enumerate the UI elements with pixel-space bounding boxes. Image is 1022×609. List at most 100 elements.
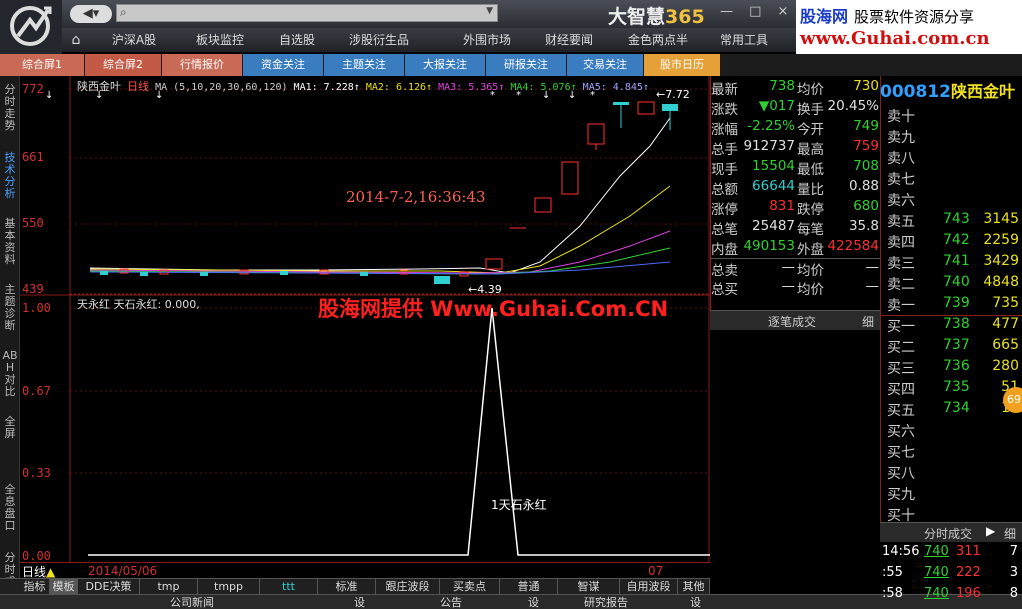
tick-bar[interactable]: 逐笔成交 细 — [710, 310, 880, 330]
menu-item-6[interactable]: 金色两点半 — [616, 28, 700, 52]
bid-row[interactable]: 买八 — [881, 463, 1022, 484]
bid-row[interactable]: 买九 — [881, 484, 1022, 505]
ask-row[interactable]: 卖五 743 3145 — [881, 211, 1022, 232]
btab-10[interactable]: 智谋 — [558, 579, 620, 595]
fen-label: 分时成交 — [924, 527, 973, 541]
bid-row[interactable]: 买一 738 477 — [881, 316, 1022, 337]
ask-row[interactable]: 卖一 739 735 — [881, 295, 1022, 316]
kline-chart[interactable]: ↓ ↓* * * ↓ ↓ ↓ — [20, 76, 710, 296]
ma4-value: MA4: 5.076↑ — [510, 82, 577, 93]
ask-row[interactable]: 卖九 — [881, 127, 1022, 148]
btab-3[interactable]: tmp — [140, 579, 198, 595]
fen-detail[interactable]: 细 — [1004, 525, 1016, 542]
fen-bar[interactable]: 分时成交 ▶ 细 — [880, 522, 1022, 542]
tab-8[interactable]: 股市日历 — [644, 54, 720, 76]
ask-row[interactable]: 卖十 — [881, 106, 1022, 127]
home-icon[interactable]: ⌂ — [62, 28, 90, 52]
ltab-3[interactable]: 主题诊断 — [2, 284, 18, 332]
ltab-6[interactable]: 全息盘口 — [2, 484, 18, 532]
search-input[interactable] — [117, 8, 457, 25]
menu-item-1[interactable]: 板块监控 — [180, 28, 260, 52]
menu-item-0[interactable]: 沪深A股 — [92, 28, 176, 52]
ask-price: 740 — [943, 274, 970, 290]
btab-7[interactable]: 跟庄波段 — [376, 579, 440, 595]
news-company[interactable]: 公司新闻 — [170, 595, 214, 609]
news-set-2[interactable]: 设 — [528, 595, 539, 609]
news-set-3[interactable]: 设 — [690, 595, 701, 609]
search-dropdown-icon[interactable]: ▼ — [486, 6, 493, 16]
ask-row[interactable]: 卖七 — [881, 169, 1022, 190]
search-box[interactable]: ⌕ ▼ — [116, 4, 498, 25]
back-arrow-icon[interactable]: ◀ — [83, 6, 93, 21]
ask-volume: 735 — [992, 295, 1019, 311]
float-badge[interactable]: 69 — [1003, 387, 1022, 413]
bid-price: 735 — [943, 379, 970, 395]
btab-8[interactable]: 买卖点 — [440, 579, 500, 595]
quote-value-2: 759 — [853, 138, 879, 154]
window-controls[interactable]: — □ × — [720, 4, 794, 19]
news-research[interactable]: 研究报告 — [584, 595, 628, 609]
btab-5[interactable]: ttt — [260, 579, 318, 595]
bid-label: 买八 — [887, 466, 915, 482]
ltab-2[interactable]: 基本资料 — [2, 218, 18, 266]
bid-label: 买五 — [887, 403, 915, 419]
quote-row: 涨停 831 跌停 680 — [711, 198, 881, 218]
btab-12[interactable]: 其他 — [678, 579, 710, 595]
btab-11[interactable]: 自用波段 — [620, 579, 678, 595]
tab-5[interactable]: 大报关注 — [405, 54, 485, 76]
btab-9[interactable]: 普通 — [500, 579, 558, 595]
dropdown-icon[interactable]: ▾ — [93, 6, 100, 21]
news-set-1[interactable]: 设 — [354, 595, 365, 609]
tab-6[interactable]: 研报关注 — [486, 54, 566, 76]
candle — [200, 272, 208, 276]
menu-item-5[interactable]: 财经要闻 — [532, 28, 606, 52]
tab-7[interactable]: 交易关注 — [567, 54, 643, 76]
ask-row[interactable]: 卖二 740 4848 — [881, 274, 1022, 295]
btab-1[interactable]: 模板 — [50, 579, 78, 595]
ask-price: 743 — [943, 211, 970, 227]
btab-0[interactable]: 指标 — [20, 579, 50, 595]
ask-row[interactable]: 卖三 741 3429 — [881, 253, 1022, 274]
ask-row[interactable]: 卖六 — [881, 190, 1022, 211]
btab-6[interactable]: 标准 — [318, 579, 376, 595]
indicator-tabs: 指标 模板 DDE决策 tmp tmpp ttt 标准 跟庄波段 买卖点 普通 … — [0, 578, 710, 595]
btab-4[interactable]: tmpp — [198, 579, 260, 595]
ltab-4[interactable]: ABH对比 — [2, 350, 18, 398]
tab-3[interactable]: 资金关注 — [243, 54, 323, 76]
menu-item-2[interactable]: 自选股 — [262, 28, 332, 52]
tab-0[interactable]: 综合屏1 — [0, 54, 84, 76]
menu-item-4[interactable]: 外围市场 — [452, 28, 522, 52]
ltab-5[interactable]: 全屏 — [2, 416, 18, 440]
fen-arrow-icon[interactable]: ▶ — [986, 524, 995, 538]
ind-y-label-3: 0.00 — [22, 549, 51, 563]
news-notice[interactable]: 公告 — [440, 595, 462, 609]
btab-2[interactable]: DDE决策 — [78, 579, 140, 595]
bid-row[interactable]: 买二 737 665 — [881, 337, 1022, 358]
bid-row[interactable]: 买六 — [881, 421, 1022, 442]
tab-1[interactable]: 综合屏2 — [85, 54, 161, 76]
tab-2[interactable]: 行情报价 — [162, 54, 242, 76]
bid-row[interactable]: 买五73413 — [881, 400, 1022, 421]
tick-detail[interactable]: 细 — [862, 313, 874, 330]
ask-label: 卖四 — [887, 235, 915, 251]
ask-volume: 2259 — [983, 232, 1019, 248]
tab-4[interactable]: 主题关注 — [324, 54, 404, 76]
ma2-value: MA2: 6.126↑ — [365, 82, 433, 93]
indicator-chart[interactable] — [20, 296, 710, 562]
bid-row[interactable]: 买七 — [881, 442, 1022, 463]
trade-time: 14:56 — [882, 544, 920, 559]
app-logo — [0, 0, 62, 54]
tick-button[interactable]: 逐笔成交 — [768, 313, 816, 330]
indicator-peak-label: 1天石永红 — [491, 498, 547, 512]
ask-row[interactable]: 卖四 742 2259 — [881, 232, 1022, 253]
nav-buttons[interactable]: ◀▾ — [70, 5, 112, 23]
quote-label: 涨跌 — [711, 102, 738, 118]
menu-item-7[interactable]: 常用工具 — [712, 28, 776, 52]
ltab-0[interactable]: 分时走势 — [2, 84, 18, 132]
bid-row[interactable]: 买三 736 280 — [881, 358, 1022, 379]
menu-item-3[interactable]: 涉股衍生品 — [334, 28, 424, 52]
bid-row[interactable]: 买四73551 — [881, 379, 1022, 400]
ltab-1[interactable]: 技术分析 — [2, 152, 18, 200]
quote-label: 涨幅 — [711, 122, 738, 138]
ask-row[interactable]: 卖八 — [881, 148, 1022, 169]
